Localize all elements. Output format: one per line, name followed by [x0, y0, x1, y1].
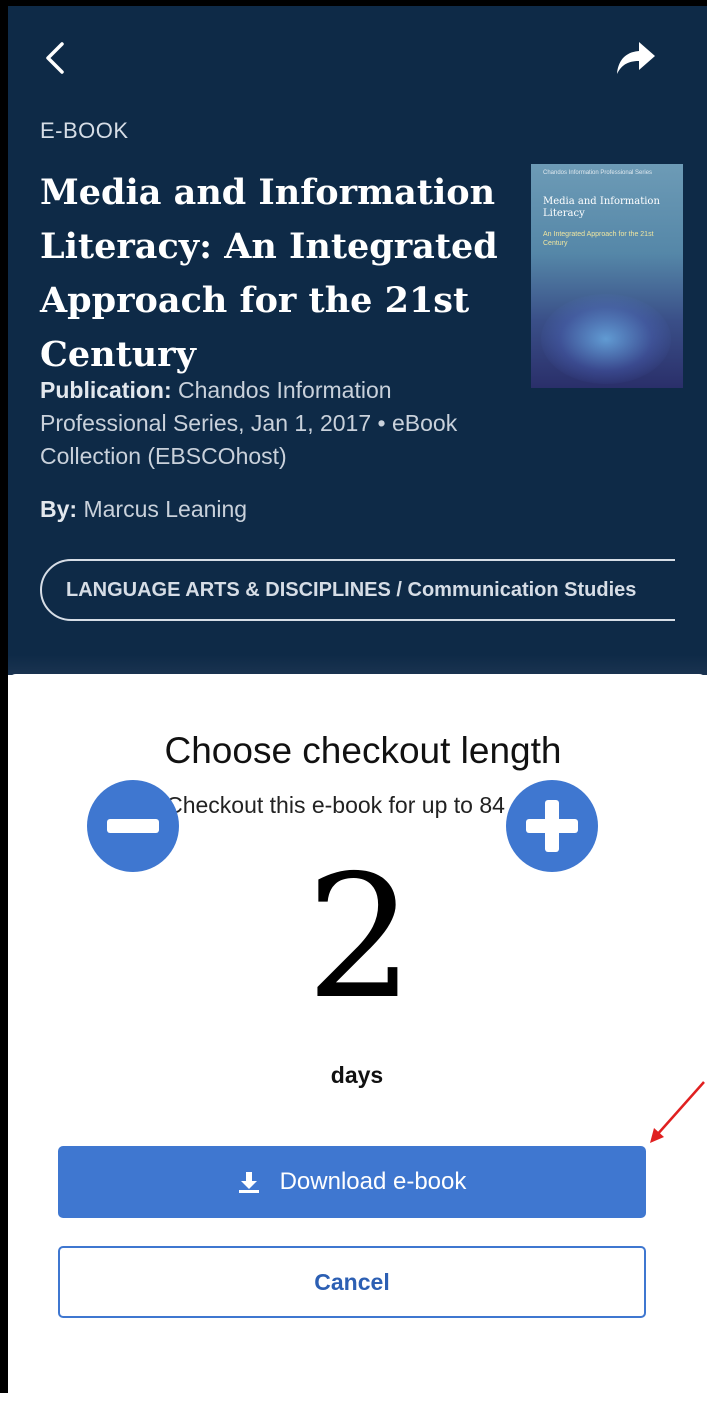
- download-label: Download e-book: [279, 1168, 467, 1195]
- frame-border-left: [0, 0, 8, 1393]
- chevron-left-icon: [46, 42, 64, 74]
- increase-days-button[interactable]: [506, 780, 598, 872]
- subject-chip[interactable]: LANGUAGE ARTS & DISCIPLINES / Communicat…: [40, 559, 675, 621]
- share-button[interactable]: [611, 36, 659, 80]
- cover-title: Media and Information Literacy: [543, 196, 660, 219]
- author-label: By:: [40, 496, 78, 522]
- annotation-arrow: [650, 1081, 705, 1143]
- decrease-days-button[interactable]: [87, 780, 179, 872]
- download-ebook-button[interactable]: Download e-book: [58, 1146, 646, 1218]
- back-button[interactable]: [36, 34, 76, 82]
- subject-chip-row: LANGUAGE ARTS & DISCIPLINES / Communicat…: [8, 546, 675, 636]
- book-title: Media and Information Literacy: An Integ…: [40, 172, 498, 375]
- frame-bottom-margin: [0, 1393, 707, 1401]
- frame-border-top: [0, 0, 707, 6]
- cover-subtitle: An Integrated Approach for the 21st Cent…: [543, 231, 654, 247]
- publication-info: Publication: Chandos Information Profess…: [40, 374, 480, 473]
- content-type-label: E-BOOK: [40, 118, 129, 143]
- share-arrow-icon: [617, 42, 655, 74]
- book-detail-header: E-BOOK Media and Information Literacy: A…: [8, 6, 707, 670]
- days-unit-label: days: [330, 1062, 384, 1088]
- checkout-title: Choose checkout length: [164, 730, 562, 771]
- days-value: 2: [305, 839, 415, 1037]
- author-name[interactable]: Marcus Leaning: [83, 496, 247, 522]
- cancel-label: Cancel: [314, 1268, 390, 1295]
- app-screen: E-BOOK Media and Information Literacy: A…: [0, 0, 707, 1401]
- cover-series: Chandos Information Professional Series: [543, 170, 653, 176]
- book-cover[interactable]: Chandos Information Professional Series …: [531, 164, 683, 388]
- cancel-button[interactable]: Cancel: [58, 1246, 646, 1318]
- cover-artwork: [541, 294, 671, 384]
- sheet-shadow: [8, 655, 707, 675]
- author-info: By: Marcus Leaning: [40, 493, 247, 526]
- download-icon: [238, 1172, 259, 1193]
- publication-label: Publication:: [40, 377, 172, 403]
